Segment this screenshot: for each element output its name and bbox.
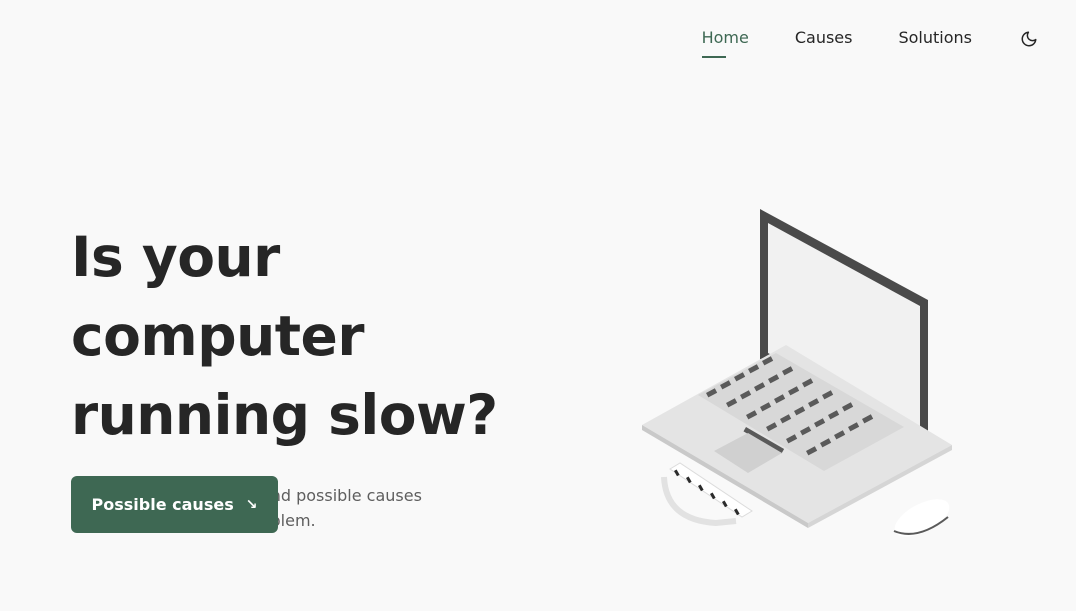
theme-toggle-button[interactable]: [1018, 28, 1040, 50]
nav-causes-link[interactable]: Causes: [795, 28, 853, 55]
main-nav: Home Causes Solutions: [701, 28, 1040, 58]
possible-causes-button[interactable]: Possible causes ↘: [71, 476, 278, 533]
laptop-illustration: [642, 209, 952, 537]
hero-title-line-1: Is your computer: [71, 225, 364, 368]
arrow-down-right-icon: ↘: [245, 496, 258, 513]
moon-icon: [1021, 31, 1037, 46]
hero-title-line-2: running slow?: [71, 383, 498, 447]
nav-solutions-link[interactable]: Solutions: [898, 28, 972, 55]
cta-label: Possible causes: [91, 495, 234, 514]
nav-home-link[interactable]: Home: [701, 28, 749, 58]
hero-title: Is your computer running slow?: [71, 218, 591, 455]
